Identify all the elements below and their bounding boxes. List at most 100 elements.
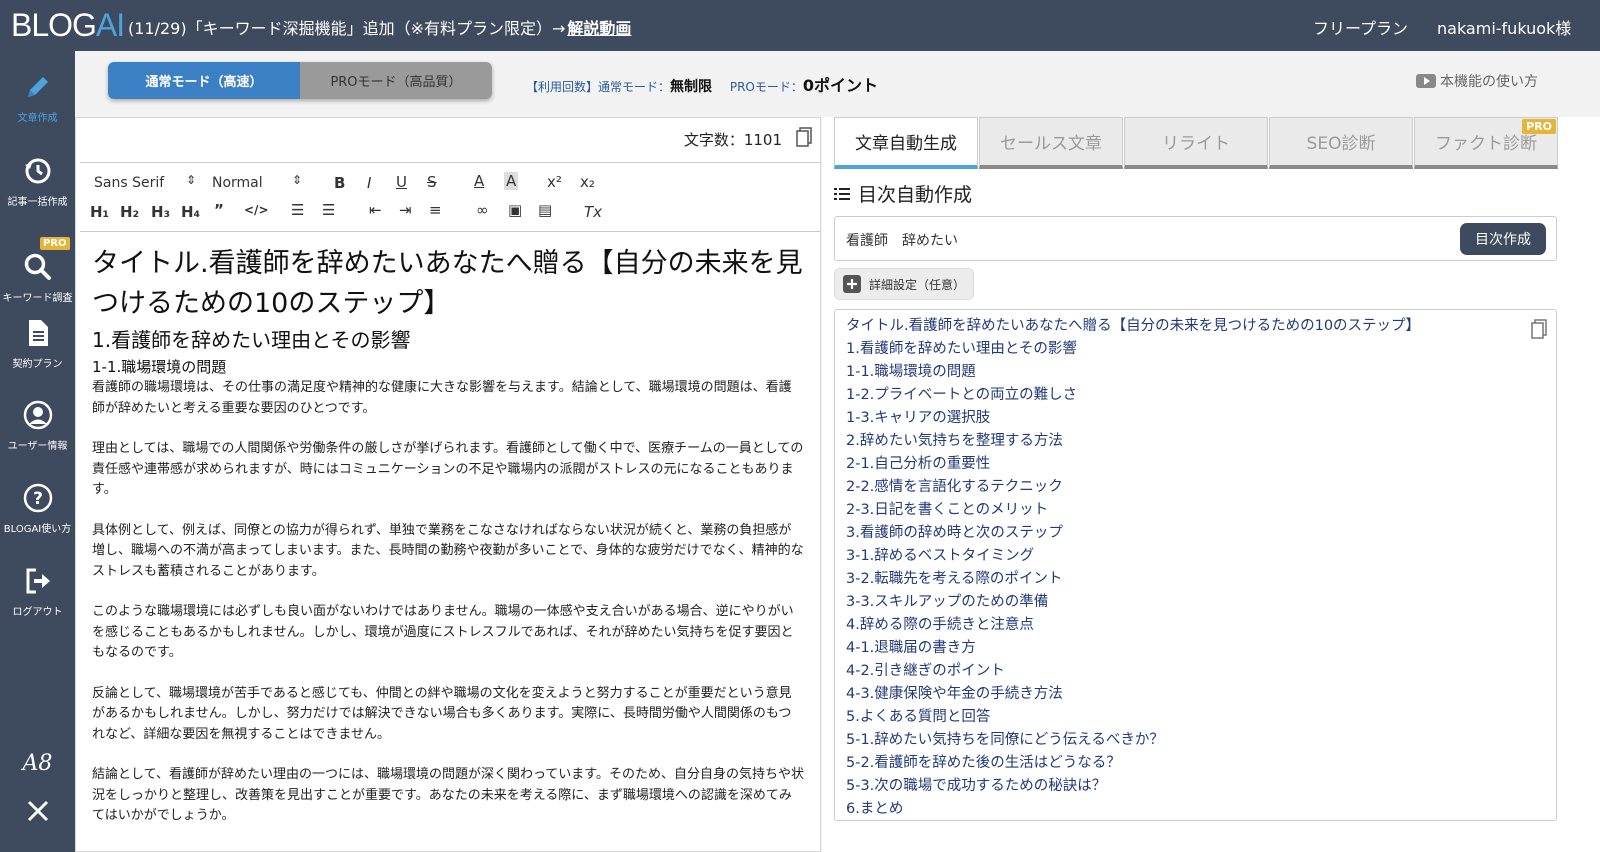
copy-icon[interactable] (1531, 319, 1547, 343)
outdent-icon[interactable]: ⇤ (369, 201, 382, 219)
bullet-list-icon[interactable]: ☰ (322, 201, 335, 219)
sidebar-label: ユーザー情報 (7, 441, 68, 452)
superscript-icon[interactable]: x² (547, 173, 562, 191)
toc-item: 2.辞めたい気持ちを整理する方法 (846, 433, 1063, 449)
code-icon[interactable]: </> (244, 203, 269, 217)
subscript-icon[interactable]: x₂ (580, 173, 595, 191)
function-tabs: 文章自動生成 セールス文章 リライト SEO診断 ファクト診断 PRO (834, 117, 1558, 169)
sidebar-label: キーワード調査 (2, 293, 73, 304)
heading-2: 1.看護師を辞めたい理由とその影響 (92, 328, 411, 352)
h4-icon[interactable]: H₄ (181, 203, 200, 221)
text-color-icon[interactable]: A (474, 172, 484, 190)
toc-item: 3-1.辞めるベストタイミング (846, 548, 1035, 564)
announcement: (11/29)「キーワード深掘機能」追加（※有料プラン限定）→ 解説動画 (128, 15, 631, 39)
clear-format-icon[interactable]: Tx (584, 203, 602, 221)
sidebar-item-logout[interactable]: ログアウト (0, 565, 75, 618)
tab-auto-generate[interactable]: 文章自動生成 (834, 117, 978, 169)
list-icon (834, 187, 850, 200)
tab-sales-copy[interactable]: セールス文章 (979, 117, 1123, 169)
sidebar-item-write[interactable]: 文章作成 (0, 71, 75, 124)
paragraph: 看護師の職場環境は、その仕事の満足度や精神的な健康に大きな影響を与えます。結論と… (92, 380, 792, 416)
quote-icon[interactable]: ” (214, 201, 224, 219)
logo-text: BLOG (11, 7, 97, 43)
sidebar-item-help[interactable]: ? BLOGAI使い方 (0, 482, 75, 535)
toc-output[interactable]: タイトル.看護師を辞めたいあなたへ贈る【自分の未来を見つけるための10のステップ… (834, 309, 1557, 821)
a8-link[interactable]: A8 (0, 751, 75, 776)
history-icon (24, 158, 50, 184)
usage-pro-value: 0ポイント (802, 76, 879, 95)
create-toc-button[interactable]: 目次作成 (1460, 223, 1546, 255)
h3-icon[interactable]: H₃ (151, 203, 170, 221)
pro-badge: PRO (40, 237, 70, 250)
tab-label: リライト (1162, 134, 1230, 154)
normal-mode-button[interactable]: 通常モード（高速） (108, 62, 300, 99)
article-title: タイトル.看護師を辞めたいあなたへ贈る【自分の未来を見つけるための10のステップ… (92, 248, 803, 319)
howto-text: 本機能の使い方 (1440, 74, 1538, 90)
app-logo[interactable]: BLOGAI (11, 7, 125, 44)
logo-ai-text: AI (95, 7, 125, 43)
tab-rewrite[interactable]: リライト (1124, 117, 1268, 169)
section-title-text: 目次自動作成 (858, 184, 973, 206)
sidebar-item-user[interactable]: ユーザー情報 (0, 399, 75, 452)
sidebar-item-bulk[interactable]: 記事一括作成 (0, 155, 75, 208)
toc-item: 5.よくある質問と回答 (846, 709, 991, 725)
video-embed-icon[interactable]: ▤ (538, 201, 552, 219)
question-icon: ? (23, 483, 52, 513)
tab-seo-diagnosis[interactable]: SEO診断 (1269, 117, 1413, 169)
h2-icon[interactable]: H₂ (120, 203, 139, 221)
align-icon[interactable]: ≡ (429, 201, 442, 219)
logout-icon (26, 568, 50, 594)
sidebar-label: 記事一括作成 (7, 197, 68, 208)
pencil-icon (27, 77, 48, 97)
heading-3: 1-1.職場環境の問題 (92, 358, 227, 376)
sidebar-label: ログアウト (12, 607, 63, 618)
indent-icon[interactable]: ⇥ (399, 201, 412, 219)
paragraph: 結論として、看護師が辞めたい理由の一つには、職場環境の問題が深く関わっています。… (92, 767, 805, 823)
image-icon[interactable]: ▣ (508, 201, 522, 219)
detail-settings-button[interactable]: 詳細設定（任意） (834, 268, 974, 300)
toc-item: 5-3.次の職場で成功するための秘訣は？ (846, 778, 1107, 794)
strike-icon[interactable]: S (427, 173, 437, 191)
char-count: 文字数：1101 (683, 131, 782, 149)
toc-item: 1-2.プライベートとの両立の難しさ (846, 387, 1078, 403)
usage-prefix: 【利用回数】通常モード： (526, 80, 671, 94)
toc-item: 5-2.看護師を辞めた後の生活はどうなる？ (846, 755, 1121, 771)
plus-icon (843, 275, 861, 293)
sidebar-item-keyword[interactable]: PRO キーワード調査 (0, 237, 75, 304)
x-link[interactable] (0, 799, 75, 823)
text-editor: 文字数：1101 Sans Serif ⇕ Normal ⇕ B I U S A… (75, 117, 821, 852)
mode-toggle: 通常モード（高速） PROモード（高品質） (108, 62, 492, 99)
font-family-select[interactable]: Sans Serif (94, 175, 164, 191)
keyword-input[interactable]: 看護師 辞めたい (846, 230, 958, 250)
pro-mode-button[interactable]: PROモード（高品質） (300, 62, 492, 99)
underline-icon[interactable]: U (396, 173, 407, 191)
tab-fact-check[interactable]: ファクト診断 PRO (1414, 117, 1558, 169)
editor-content[interactable]: タイトル.看護師を辞めたいあなたへ贈る【自分の未来を見つけるための10のステップ… (92, 244, 804, 827)
toc-item: 3-3.スキルアップのための準備 (846, 594, 1049, 610)
chevron-updown-icon[interactable]: ⇕ (292, 173, 302, 187)
top-bar: BLOGAI (11/29)「キーワード深掘機能」追加（※有料プラン限定）→ 解説… (0, 0, 1600, 51)
user-name[interactable]: nakami-fukuok様 (1437, 15, 1571, 39)
sidebar-item-plan[interactable]: 契約プラン (0, 317, 75, 370)
italic-icon[interactable]: I (367, 174, 371, 192)
sidebar-label: 契約プラン (12, 359, 63, 370)
ordered-list-icon[interactable]: ☰ (291, 201, 304, 219)
toc-item: 3-2.転職先を考える際のポイント (846, 571, 1063, 587)
right-panel: 文章自動生成 セールス文章 リライト SEO診断 ファクト診断 PRO 目次自動作… (822, 117, 1600, 852)
search-icon (24, 253, 51, 280)
tab-label: セールス文章 (1000, 134, 1102, 154)
toc-item: 4-2.引き継ぎのポイント (846, 663, 1005, 679)
h1-icon[interactable]: H₁ (90, 203, 109, 221)
bold-icon[interactable]: B (334, 174, 345, 192)
link-icon[interactable]: ∞ (476, 201, 489, 219)
tab-label: 文章自動生成 (855, 134, 957, 154)
copy-icon[interactable] (796, 127, 812, 151)
announcement-video-link[interactable]: 解説動画 (567, 19, 631, 38)
font-size-select[interactable]: Normal (212, 175, 263, 191)
plan-label[interactable]: フリープラン (1313, 15, 1408, 39)
toc-item: 4.辞める際の手続きと注意点 (846, 617, 1034, 633)
howto-link[interactable]: 本機能の使い方 (1416, 71, 1538, 91)
highlight-icon[interactable]: A (504, 172, 519, 190)
chevron-updown-icon[interactable]: ⇕ (186, 173, 196, 187)
x-logo-icon (27, 800, 48, 822)
